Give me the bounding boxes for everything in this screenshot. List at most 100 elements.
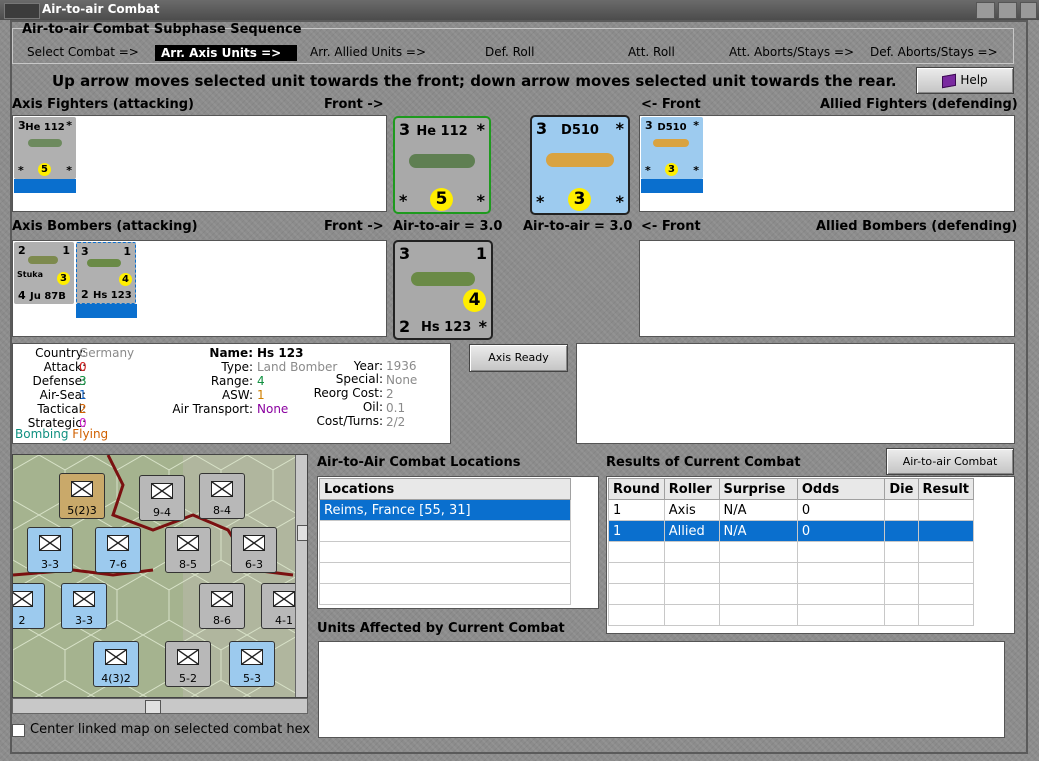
results-col-surprise: Surprise (718, 478, 798, 500)
allied-bombers-label: Allied Bombers (defending) (816, 219, 1018, 234)
infantry-symbol-icon (211, 481, 233, 497)
map-unit-strength: 2 (18, 614, 26, 627)
results-table-panel[interactable]: Round Roller Surprise Odds Die Result 1A… (606, 476, 1015, 634)
seq-step-select-combat: Select Combat => (27, 45, 139, 59)
results-row[interactable]: 1 Allied N/A 0 (608, 520, 974, 542)
plane-icon (409, 154, 475, 168)
infantry-symbol-icon (151, 483, 173, 499)
plane-icon (411, 272, 475, 286)
range-key: Range: (210, 374, 253, 388)
seq-step-att-aborts: Att. Aborts/Stays => (729, 45, 855, 59)
axis-bombers-front-label: Front -> (324, 219, 384, 234)
help-button[interactable]: Help (916, 67, 1014, 94)
results-col-result: Result (917, 478, 974, 500)
flying-flag: Flying (72, 427, 109, 441)
axis-bombers-label: Axis Bombers (attacking) (12, 219, 198, 234)
selection-bar (14, 179, 76, 193)
selection-bar (76, 304, 137, 318)
bombing-flag: Bombing (15, 427, 69, 441)
map-hscroll-thumb[interactable] (145, 700, 161, 714)
title-bar: Air-to-air Combat (0, 0, 1039, 20)
axis-fighters-panel[interactable]: 3 He 112 * * * 5 (12, 115, 387, 212)
results-col-round: Round (608, 478, 665, 500)
window-icon[interactable] (4, 3, 40, 19)
location-row[interactable]: Reims, France [55, 31] (319, 499, 571, 521)
location-row-empty (319, 583, 571, 605)
map-vscroll-thumb[interactable] (297, 525, 307, 541)
country-value: Germany (79, 346, 135, 360)
name-key: Name: (209, 346, 253, 360)
unit-info-panel: Country: Attack: Defense: Air-Sea: Tacti… (12, 343, 451, 444)
airsea-key: Air-Sea: (39, 388, 86, 402)
infantry-symbol-icon (39, 535, 61, 551)
map-vscrollbar[interactable] (295, 455, 307, 697)
map-unit-counter[interactable]: 3-3 (27, 527, 73, 573)
attack-key: Attack: (43, 360, 86, 374)
results-col-odds: Odds (796, 478, 886, 500)
map-hscrollbar[interactable] (12, 698, 308, 714)
window-title: Air-to-air Combat (42, 2, 160, 16)
map-unit-counter[interactable]: 8-5 (165, 527, 211, 573)
axis-ready-button[interactable]: Axis Ready (469, 344, 568, 372)
results-row-empty (608, 562, 974, 584)
location-row-empty (319, 562, 571, 584)
infantry-symbol-icon (105, 649, 127, 665)
map-unit-counter[interactable]: 3-3 (61, 583, 107, 629)
defense-value: 3 (79, 374, 87, 388)
attack-value: 0 (79, 360, 87, 374)
oil-key: Oil: (362, 400, 383, 414)
unit-counter-hs123[interactable]: 3 1 2 Hs 123 4 (76, 242, 136, 304)
allied-bombers-panel[interactable] (639, 240, 1015, 337)
locations-list[interactable]: Locations Reims, France [55, 31] (317, 476, 599, 609)
airsea-value: 1 (79, 388, 87, 402)
asw-key: ASW: (221, 388, 253, 402)
infantry-symbol-icon (177, 535, 199, 551)
map-unit-counter[interactable]: 4(3)2 (93, 641, 139, 687)
axis-fighters-label: Axis Fighters (attacking) (12, 97, 194, 112)
map-unit-counter[interactable]: 2 (13, 583, 45, 629)
type-key: Type: (221, 360, 253, 374)
locations-title: Air-to-Air Combat Locations (317, 455, 521, 470)
allied-fighters-label: Allied Fighters (defending) (820, 97, 1018, 112)
infantry-symbol-icon (243, 535, 265, 551)
minimize-button[interactable] (976, 2, 995, 19)
linked-map[interactable]: 5(2)3 9-4 8-4 3-3 7-6 8-5 6-3 3-3 8-6 4-1 4(3)2 5-2… (12, 454, 308, 698)
large-counter-hs123[interactable]: 3 1 2 Hs 123 * 4 (393, 240, 493, 340)
unit-counter-he112[interactable]: 3 He 112 * * * 5 (14, 117, 76, 179)
message-panel (576, 343, 1015, 444)
map-unit-counter[interactable]: 6-3 (231, 527, 277, 573)
allied-fighters-panel[interactable]: 3 D510 * * * 3 (639, 115, 1015, 212)
unit-counter-d510[interactable]: 3 D510 * * * 3 (641, 117, 703, 179)
reorg-key: Reorg Cost: (313, 386, 383, 400)
axis-fighters-front-label: Front -> (324, 97, 384, 112)
results-col-die: Die (884, 478, 919, 500)
infantry-symbol-icon (73, 591, 95, 607)
infantry-symbol-icon (71, 481, 93, 497)
map-unit-counter[interactable]: 5-2 (165, 641, 211, 687)
large-counter-he112[interactable]: 3 He 112 * * * 5 (393, 116, 491, 214)
results-row[interactable]: 1 Axis N/A 0 (608, 499, 974, 521)
unit-counter-ju87b[interactable]: 2 1 Stuka 4 Ju 87B 3 (14, 242, 74, 304)
axis-bombers-panel[interactable]: 2 1 Stuka 4 Ju 87B 3 3 1 2 Hs 123 4 (12, 240, 387, 337)
map-unit-counter[interactable]: 7-6 (95, 527, 141, 573)
close-button[interactable] (1020, 2, 1037, 19)
map-unit-counter[interactable]: 5(2)3 (59, 473, 105, 519)
map-unit-strength: 5(2)3 (67, 504, 97, 517)
map-unit-counter[interactable]: 8-4 (199, 473, 245, 519)
map-unit-counter[interactable]: 5-3 (229, 641, 275, 687)
maximize-button[interactable] (998, 2, 1017, 19)
sequence-title: Air-to-air Combat Subphase Sequence (22, 22, 302, 37)
map-unit-counter[interactable]: 8-6 (199, 583, 245, 629)
center-map-checkbox[interactable] (12, 724, 25, 737)
map-unit-strength: 3-3 (41, 558, 59, 571)
oil-value: 0.1 (386, 401, 406, 415)
cost-value: 2/2 (386, 415, 406, 429)
air-to-air-chart-button[interactable]: Air-to-air Combat Chart (886, 448, 1014, 493)
results-row-empty (608, 541, 974, 563)
map-unit-counter[interactable]: 9-4 (139, 475, 185, 521)
affected-title: Units Affected by Current Combat (317, 621, 565, 636)
large-counter-d510[interactable]: 3 D510 * * * 3 (530, 115, 630, 215)
infantry-symbol-icon (211, 591, 233, 607)
special-key: Special: (335, 372, 383, 386)
results-col-roller: Roller (663, 478, 720, 500)
